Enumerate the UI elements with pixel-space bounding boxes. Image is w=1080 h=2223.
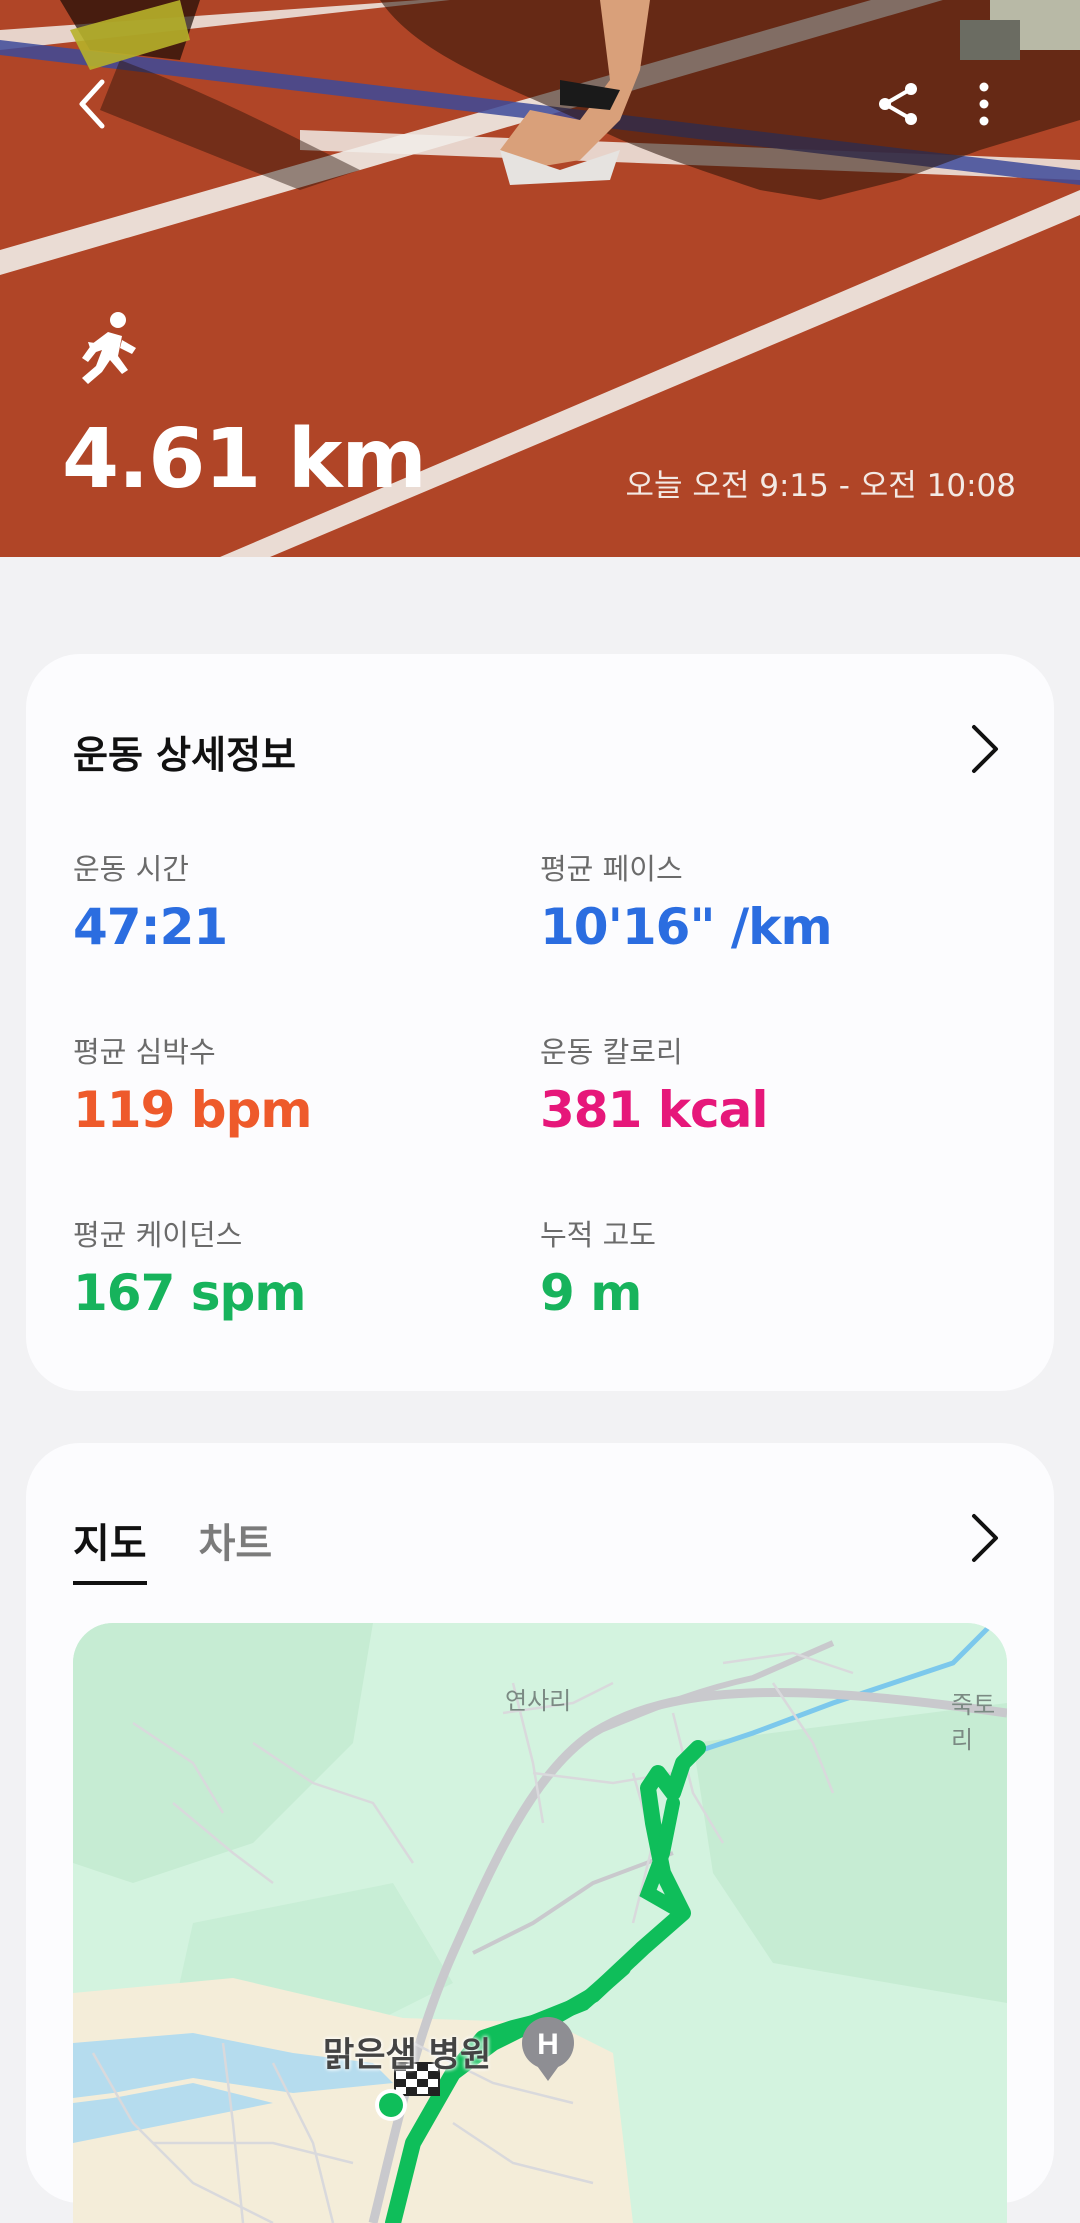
- details-title: 운동 상세정보: [73, 733, 296, 777]
- metric-workout-time: 운동 시간 47:21: [73, 846, 228, 956]
- metric-label: 평균 페이스: [540, 852, 683, 886]
- back-button[interactable]: [52, 64, 132, 144]
- metric-label: 누적 고도: [540, 1218, 656, 1252]
- tab-chart[interactable]: 차트: [199, 1511, 273, 1585]
- map-chevron-right-icon[interactable]: [954, 1508, 1014, 1568]
- metric-value: 381 kcal: [540, 1081, 769, 1139]
- metric-value: 10'16" /km: [540, 898, 833, 956]
- share-button[interactable]: [858, 64, 938, 144]
- metric-value: 47:21: [73, 898, 228, 956]
- metric-label: 운동 칼로리: [540, 1035, 683, 1069]
- svg-text:H: H: [537, 2028, 559, 2061]
- distance-value: 4.61 km: [62, 412, 427, 507]
- share-icon: [879, 83, 917, 125]
- view-tabs: 지도 차트: [73, 1511, 272, 1585]
- place-label-juktori: 죽토리: [951, 1691, 996, 1754]
- back-icon: [79, 79, 105, 129]
- metric-label: 평균 케이던스: [73, 1218, 243, 1252]
- map-chart-card: 지도 차트 H 연사리 죽토리 맑은샘 병원: [26, 1443, 1054, 2223]
- place-label-yeonsa-ri: 연사리: [505, 1687, 572, 1715]
- workout-details-card: 운동 상세정보 운동 시간 47:21 평균 페이스 10'16" /km 평균…: [26, 654, 1054, 1391]
- metric-value: 119 bpm: [73, 1081, 312, 1139]
- metric-label: 평균 심박수: [73, 1035, 216, 1069]
- running-icon: [82, 312, 136, 384]
- place-label-hospital: 맑은샘 병원: [323, 2035, 492, 2075]
- details-chevron-right-icon[interactable]: [954, 719, 1014, 779]
- metric-value: 167 spm: [73, 1264, 306, 1322]
- more-options-button[interactable]: [944, 64, 1024, 144]
- metric-average-heart-rate: 평균 심박수 119 bpm: [73, 1029, 312, 1139]
- more-vertical-icon: [979, 82, 989, 126]
- metric-value: 9 m: [540, 1264, 642, 1322]
- metric-average-pace: 평균 페이스 10'16" /km: [540, 846, 833, 956]
- tab-map[interactable]: 지도: [73, 1511, 147, 1585]
- hero-banner: 4.61 km 오늘 오전 9:15 - 오전 10:08: [0, 0, 1080, 557]
- workout-time-range: 오늘 오전 9:15 - 오전 10:08: [625, 468, 1016, 504]
- metric-average-cadence: 평균 케이던스 167 spm: [73, 1212, 306, 1322]
- metric-elevation-gain: 누적 고도 9 m: [540, 1212, 656, 1322]
- metric-calories: 운동 칼로리 381 kcal: [540, 1029, 769, 1139]
- metric-label: 운동 시간: [73, 852, 189, 886]
- route-map[interactable]: H 연사리 죽토리 맑은샘 병원: [73, 1623, 1007, 2223]
